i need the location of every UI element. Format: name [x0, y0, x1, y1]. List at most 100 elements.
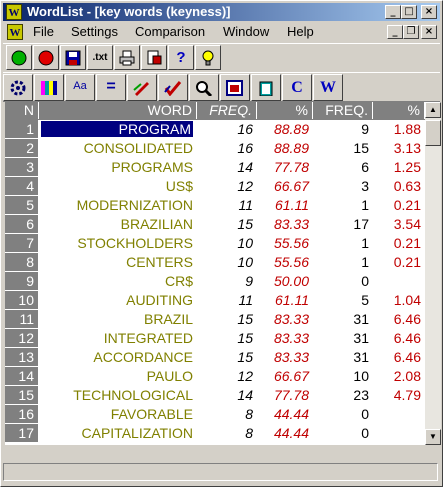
row-number: 13: [5, 348, 39, 367]
menu-help[interactable]: Help: [287, 24, 314, 39]
lightbulb-icon: [202, 50, 214, 66]
save-button[interactable]: [60, 45, 86, 70]
close-icon: ×: [424, 6, 434, 17]
go-button[interactable]: [6, 45, 32, 70]
print-button[interactable]: [114, 45, 140, 70]
table-row[interactable]: 2 CONSOLIDATED 16 88.89 15 3.13: [5, 139, 425, 158]
row-number: 14: [5, 367, 39, 386]
window-icon: [226, 80, 243, 96]
row-freq-2: 1: [361, 235, 369, 251]
print-preview-icon: [147, 50, 162, 65]
clipboard-button[interactable]: [251, 74, 281, 101]
row-number: 10: [5, 291, 39, 310]
table-row[interactable]: 13 ACCORDANCE 15 83.33 31 6.46: [5, 348, 425, 367]
tip-button[interactable]: [195, 45, 221, 70]
row-number: 2: [5, 139, 39, 158]
row-percent-1: 88.89: [273, 140, 309, 156]
print-preview-button[interactable]: [141, 45, 167, 70]
vertical-scrollbar[interactable]: ▲ ▼: [425, 102, 441, 445]
row-freq-2: 0: [361, 425, 369, 441]
header-word[interactable]: WORD: [39, 102, 197, 119]
table-row[interactable]: 9 CR$ 9 50.00 0: [5, 272, 425, 291]
table-row[interactable]: 8 CENTERS 10 55.56 1 0.21: [5, 253, 425, 272]
header-n[interactable]: N: [5, 102, 39, 119]
concord-button[interactable]: C: [282, 74, 312, 101]
search-button[interactable]: [189, 74, 219, 101]
table-row[interactable]: 10 AUDITING 11 61.11 5 1.04: [5, 291, 425, 310]
row-freq-1: 8: [245, 425, 253, 441]
window-button[interactable]: [220, 74, 250, 101]
row-word: CR$: [164, 273, 193, 289]
minimize-icon: _: [390, 6, 396, 17]
doc-close-button[interactable]: ×: [421, 25, 437, 39]
selected-word: PROGRAM: [40, 121, 193, 137]
row-freq-1: 10: [237, 254, 253, 270]
app-icon[interactable]: W: [6, 4, 22, 20]
row-freq-1: 8: [245, 406, 253, 422]
menu-window[interactable]: Window: [223, 24, 269, 39]
menu-bar: W File Settings Comparison Window Help _…: [3, 22, 440, 42]
row-percent-1: 83.33: [273, 330, 309, 346]
stop-button[interactable]: [33, 45, 59, 70]
minimize-button[interactable]: _: [385, 5, 401, 19]
menu-file[interactable]: File: [33, 24, 54, 39]
table-row[interactable]: 11 BRAZIL 15 83.33 31 6.46: [5, 310, 425, 329]
scroll-down-button[interactable]: ▼: [425, 429, 441, 445]
maximize-button[interactable]: □: [401, 5, 417, 19]
row-word: CAPITALIZATION: [81, 425, 194, 441]
document-icon[interactable]: W: [7, 24, 23, 40]
row-number: 17: [5, 424, 39, 443]
table-row[interactable]: 12 INTEGRATED 15 83.33 31 6.46: [5, 329, 425, 348]
row-freq-2: 1: [361, 254, 369, 270]
check-button[interactable]: [158, 74, 188, 101]
columns-button[interactable]: [34, 74, 64, 101]
row-word: ACCORDANCE: [93, 349, 193, 365]
pencil-icon: [133, 82, 149, 96]
row-percent-2: 6.46: [393, 349, 421, 365]
row-percent-2: 2.08: [393, 368, 421, 384]
table-row[interactable]: 17 CAPITALIZATION 8 44.44 0: [5, 424, 425, 443]
help-button[interactable]: ?: [168, 45, 194, 70]
table-row[interactable]: 6 BRAZILIAN 15 83.33 17 3.54: [5, 215, 425, 234]
table-row[interactable]: 15 TECHNOLOGICAL 14 77.78 23 4.79: [5, 386, 425, 405]
equals-button[interactable]: =: [96, 74, 126, 101]
settings-button[interactable]: [3, 74, 33, 101]
row-freq-2: 9: [361, 121, 369, 137]
scroll-thumb[interactable]: [425, 120, 441, 146]
menu-comparison[interactable]: Comparison: [135, 24, 205, 39]
text-export-button[interactable]: .txt: [87, 45, 113, 70]
row-percent-2: 0.21: [393, 235, 421, 251]
doc-restore-button[interactable]: ❐: [403, 25, 419, 39]
header-freq-2[interactable]: FREQ.: [313, 102, 373, 119]
row-word: CENTERS: [126, 254, 193, 270]
row-percent-2: 0.21: [393, 254, 421, 270]
header-freq-1[interactable]: FREQ.: [197, 102, 257, 119]
header-percent-2[interactable]: %: [373, 102, 425, 119]
row-percent-2: 4.79: [393, 387, 421, 403]
row-percent-2: 3.13: [393, 140, 421, 156]
table-row[interactable]: 14 PAULO 12 66.67 10 2.08: [5, 367, 425, 386]
row-percent-1: 61.11: [275, 292, 309, 308]
close-button[interactable]: ×: [421, 5, 437, 19]
row-percent-2: 1.04: [393, 292, 421, 308]
title-bar[interactable]: W WordList - [key words (keyness)] _ □ ×: [3, 3, 440, 21]
row-freq-2: 31: [353, 330, 369, 346]
row-number: 9: [5, 272, 39, 291]
row-word: AUDITING: [126, 292, 193, 308]
row-freq-1: 11: [238, 197, 253, 213]
doc-minimize-button[interactable]: _: [387, 25, 403, 39]
table-row[interactable]: 16 FAVORABLE 8 44.44 0: [5, 405, 425, 424]
save-disk-icon: [65, 50, 81, 66]
row-number: 4: [5, 177, 39, 196]
font-button[interactable]: Aa: [65, 74, 95, 101]
table-row[interactable]: 1 PROGRAM 16 88.89 9 1.88: [5, 120, 425, 139]
table-row[interactable]: 5 MODERNIZATION 11 61.11 1 0.21: [5, 196, 425, 215]
table-row[interactable]: 3 PROGRAMS 14 77.78 6 1.25: [5, 158, 425, 177]
table-row[interactable]: 7 STOCKHOLDERS 10 55.56 1 0.21: [5, 234, 425, 253]
table-row[interactable]: 4 US$ 12 66.67 3 0.63: [5, 177, 425, 196]
menu-settings[interactable]: Settings: [71, 24, 118, 39]
edit-button[interactable]: [127, 74, 157, 101]
scroll-up-button[interactable]: ▲: [425, 102, 441, 118]
header-percent-1[interactable]: %: [257, 102, 313, 119]
wordlist-button[interactable]: W: [313, 74, 343, 101]
